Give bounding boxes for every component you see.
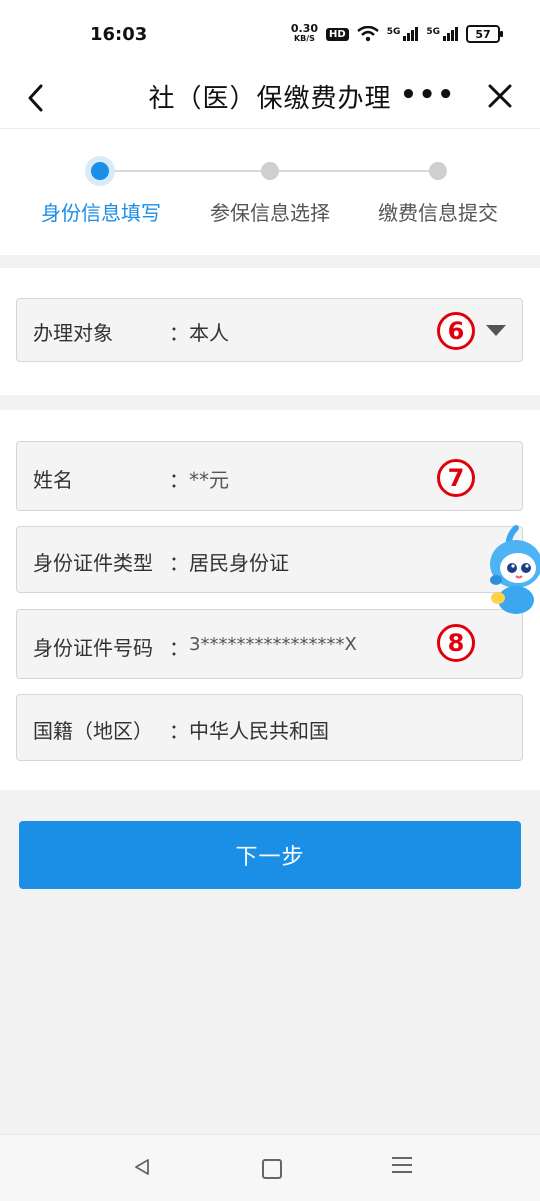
- name-label: 姓名: [33, 468, 73, 492]
- battery-icon: 57: [466, 25, 503, 43]
- nationality-label: 国籍（地区）: [33, 719, 153, 743]
- id-type-value: 居民身份证: [189, 551, 289, 575]
- step-label-identity: 身份信息填写: [41, 201, 161, 225]
- step-label-insurance: 参保信息选择: [210, 201, 330, 225]
- id-type-colon: ：: [169, 551, 189, 575]
- id-number-value: 3****************X: [189, 634, 357, 655]
- target-card: 办理对象 ： 本人 6: [0, 268, 540, 395]
- step-connector: [270, 170, 438, 172]
- page-title: 社（医）保缴费办理: [148, 84, 392, 114]
- signal-icon-2: 5G: [426, 27, 458, 41]
- sim1-label: 5G: [386, 27, 401, 37]
- step-dot-1: [91, 162, 109, 180]
- more-icon[interactable]: •••: [400, 80, 456, 110]
- name-colon: ：: [169, 468, 189, 492]
- chevron-down-icon: [486, 325, 506, 336]
- progress-steps: 身份信息填写 参保信息选择 缴费信息提交: [0, 129, 540, 255]
- sim2-label: 5G: [426, 27, 440, 37]
- system-home-icon[interactable]: [262, 1159, 282, 1179]
- annotation-marker-7: 7: [437, 459, 475, 497]
- id-type-field: 身份证件类型 ： 居民身份证: [16, 526, 523, 593]
- system-back-icon[interactable]: [132, 1157, 152, 1177]
- annotation-marker-8: 8: [437, 624, 475, 662]
- status-time: 16:03: [90, 24, 148, 45]
- system-navigation-bar: [0, 1134, 540, 1201]
- id-type-label: 身份证件类型: [33, 551, 153, 575]
- speed-unit: KB/S: [293, 34, 315, 43]
- step-label-payment: 缴费信息提交: [378, 201, 498, 225]
- signal-icon-1: 5G: [387, 27, 419, 41]
- nationality-colon: ：: [169, 719, 189, 743]
- network-speed: 0.30 KB/S: [290, 22, 319, 44]
- name-value: **元: [189, 468, 229, 492]
- nationality-value: 中华人民共和国: [189, 719, 329, 743]
- annotation-marker-6: 6: [437, 312, 475, 350]
- next-step-button[interactable]: 下一步: [19, 821, 521, 889]
- step-dot-2: [261, 162, 279, 180]
- id-number-colon: ：: [169, 636, 189, 660]
- wifi-icon: [356, 26, 379, 42]
- step-dot-3: [429, 162, 447, 180]
- id-number-label: 身份证件号码: [33, 636, 153, 660]
- target-value: 本人: [189, 321, 229, 345]
- step-connector: [100, 170, 270, 172]
- battery-level: 57: [475, 27, 491, 41]
- close-icon[interactable]: [480, 76, 520, 116]
- target-label: 办理对象: [33, 321, 113, 345]
- navigation-bar: 社（医）保缴费办理 •••: [0, 70, 540, 129]
- system-menu-icon[interactable]: [392, 1157, 412, 1178]
- hd-icon: HD: [326, 27, 349, 41]
- speed-value: 0.30: [290, 22, 319, 35]
- status-bar: 16:03 0.30 KB/S HD 5G 5G 57: [0, 0, 540, 70]
- person-info-card: 姓名 ： **元 7 身份证件类型 ： 居民身份证 身份证件号码 ： 3****…: [0, 410, 540, 790]
- status-icons: 0.30 KB/S HD 5G 5G 57: [290, 22, 503, 44]
- nationality-field: 国籍（地区） ： 中华人民共和国: [16, 694, 523, 761]
- target-colon: ：: [169, 321, 189, 345]
- mascot-assistant-icon[interactable]: [476, 520, 540, 620]
